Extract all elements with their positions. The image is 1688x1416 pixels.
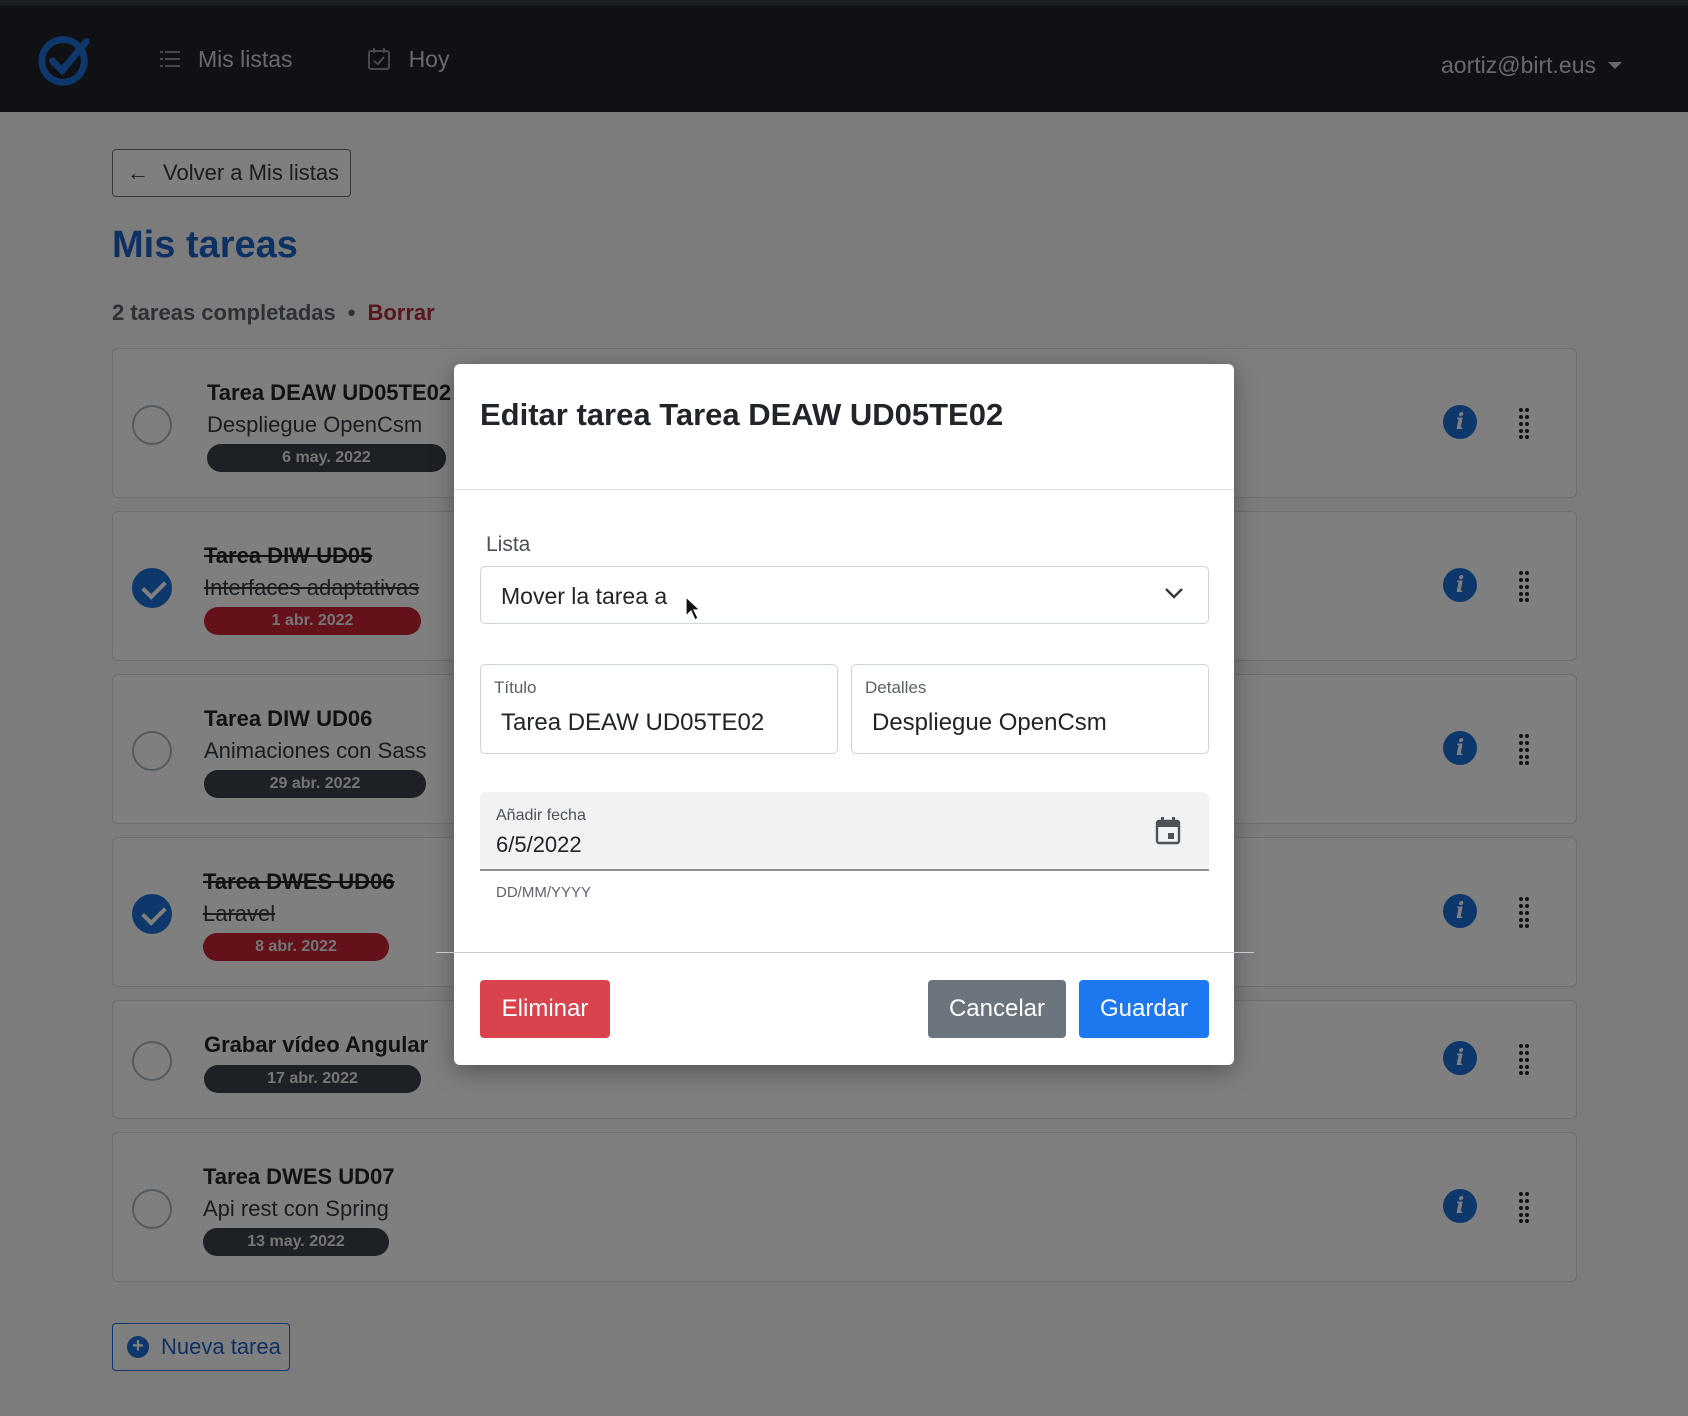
move-to-list-select[interactable]: Mover la tarea a — [480, 566, 1209, 624]
dialog-header-divider — [454, 489, 1234, 490]
dialog-footer-divider — [436, 952, 1254, 953]
list-select-label: Lista — [486, 533, 531, 556]
title-field-value: Tarea DEAW UD05TE02 — [501, 709, 765, 736]
date-field[interactable]: Añadir fecha 6/5/2022 — [480, 792, 1209, 871]
date-field-value: 6/5/2022 — [496, 832, 582, 857]
edit-task-dialog: Editar tarea Tarea DEAW UD05TE02 Lista M… — [436, 364, 1254, 1065]
details-field-label: Detalles — [865, 678, 927, 697]
save-button[interactable]: Guardar — [1079, 980, 1209, 1038]
move-to-list-value: Mover la tarea a — [501, 583, 668, 609]
details-field-value: Despliegue OpenCsm — [872, 709, 1107, 736]
calendar-icon[interactable] — [1155, 817, 1181, 845]
chevron-down-icon — [1165, 588, 1183, 599]
delete-task-button[interactable]: Eliminar — [480, 980, 610, 1038]
dialog-title: Editar tarea Tarea DEAW UD05TE02 — [480, 397, 1004, 432]
date-field-label: Añadir fecha — [496, 807, 586, 824]
cancel-button[interactable]: Cancelar — [928, 980, 1066, 1038]
title-field-label: Título — [494, 678, 537, 697]
date-format-hint: DD/MM/YYYY — [496, 884, 592, 901]
title-field[interactable]: Título Tarea DEAW UD05TE02 — [480, 664, 838, 754]
details-field[interactable]: Detalles Despliegue OpenCsm — [851, 664, 1209, 754]
mouse-cursor-icon — [685, 596, 701, 621]
